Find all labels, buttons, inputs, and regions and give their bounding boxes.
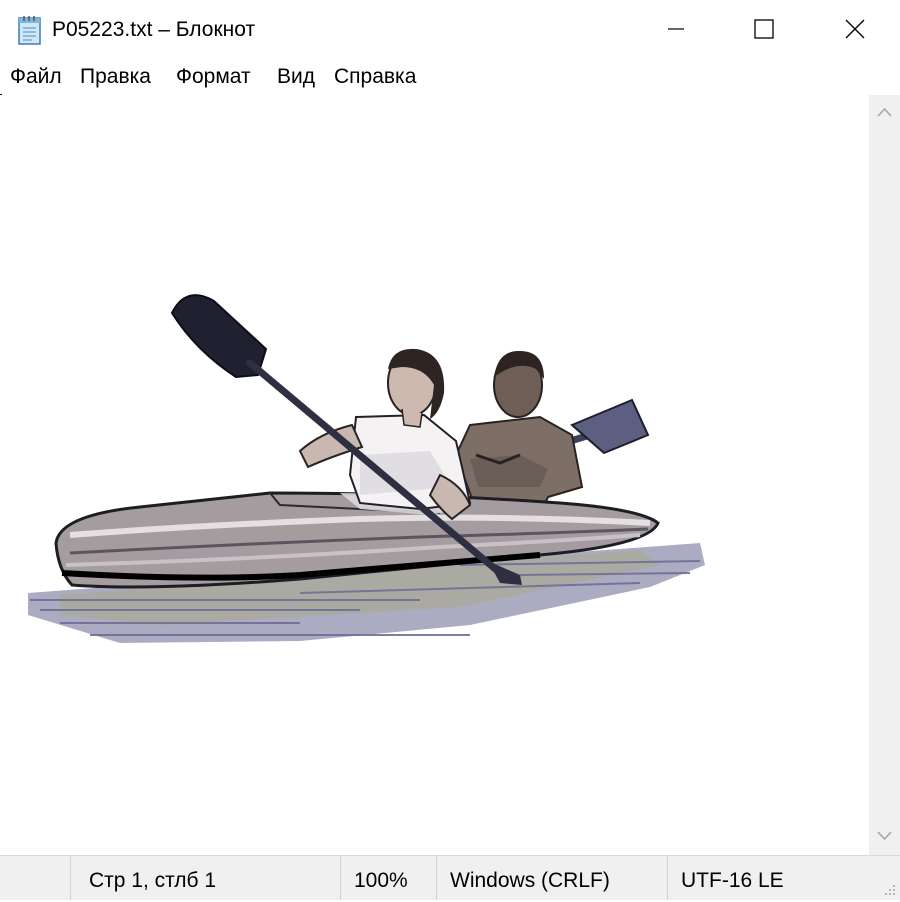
window-title: P05223.txt – Блокнот bbox=[52, 18, 256, 41]
menu-bar: Файл Правка Формат Вид Справка bbox=[0, 60, 900, 94]
rear-paddler bbox=[454, 350, 584, 516]
close-button[interactable] bbox=[810, 0, 900, 58]
maximize-button[interactable] bbox=[718, 0, 810, 58]
text-editor[interactable] bbox=[0, 95, 869, 855]
status-encoding: UTF-16 LE bbox=[681, 869, 784, 892]
status-separator bbox=[667, 856, 668, 900]
menu-edit[interactable]: Правка bbox=[80, 65, 151, 89]
status-zoom: 100% bbox=[354, 869, 408, 892]
vertical-scrollbar[interactable] bbox=[869, 95, 900, 855]
menu-help[interactable]: Справка bbox=[334, 65, 416, 89]
notepad-window: P05223.txt – Блокнот Файл Правка Формат … bbox=[0, 0, 900, 900]
resize-grip-icon[interactable] bbox=[881, 881, 897, 897]
status-cursor-position: Стр 1, стлб 1 bbox=[89, 869, 217, 892]
menu-view[interactable]: Вид bbox=[277, 65, 315, 89]
status-bar: Стр 1, стлб 1 100% Windows (CRLF) UTF-16… bbox=[0, 855, 900, 900]
status-separator bbox=[340, 856, 341, 900]
menu-format[interactable]: Формат bbox=[176, 65, 251, 89]
title-bar[interactable]: P05223.txt – Блокнот bbox=[0, 0, 900, 60]
notepad-icon[interactable] bbox=[16, 14, 44, 46]
kayak-illustration bbox=[28, 294, 705, 643]
menu-file[interactable]: Файл bbox=[10, 65, 62, 89]
scroll-down-button[interactable] bbox=[869, 819, 900, 855]
status-line-endings: Windows (CRLF) bbox=[450, 869, 610, 892]
status-separator bbox=[70, 856, 71, 900]
minimize-button[interactable] bbox=[630, 0, 722, 58]
status-separator bbox=[436, 856, 437, 900]
scroll-up-button[interactable] bbox=[869, 95, 900, 131]
